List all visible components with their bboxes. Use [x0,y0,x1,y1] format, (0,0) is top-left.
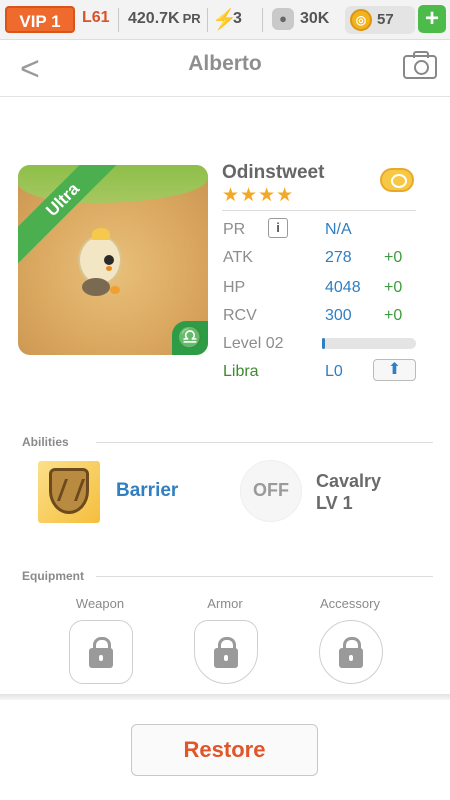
equipment-heading: Equipment [22,569,84,583]
atk-label: ATK [223,249,253,266]
player-level: L61 [82,9,110,26]
divider [118,8,119,32]
energy-count: 3 [233,10,242,27]
secondary-ability: Cavalry LV 1 [316,470,381,514]
ability-off-state: OFF [253,480,289,500]
coin-count: 57 [377,11,394,28]
primary-ability-name[interactable]: Barrier [116,480,178,502]
shield-icon [49,468,89,514]
pet-eye [104,255,114,265]
header-divider [0,96,450,97]
lock-icon [89,637,113,668]
power-value: 420.7K [128,10,180,27]
footer-divider [0,694,450,700]
hp-bonus: +0 [384,279,403,296]
star-rating: ★★★★ [222,185,295,206]
pet-foot [110,286,120,294]
lock-icon [214,637,238,668]
pr-label: PR [223,221,246,238]
info-icon[interactable]: i [268,218,288,238]
rcv-bonus: +0 [384,307,403,324]
pet-tuft [92,228,110,240]
zodiac-level: L0 [325,363,343,380]
rcv-value: 300 [325,307,352,324]
coin-icon: ◎ [350,9,372,31]
zodiac-label: Libra [223,363,259,380]
pet-name: Odinstweet [222,162,325,183]
divider [262,8,263,32]
pr-value: N/A [325,221,352,238]
secondary-ability-name: Cavalry [316,471,382,491]
pet-wing [82,278,110,296]
libra-icon: ♎ [172,321,208,355]
abilities-divider [96,442,433,443]
armor-label: Armor [207,596,243,611]
vip-badge[interactable]: VIP 1 [5,6,75,33]
paw-icon: ● [272,8,294,30]
upgrade-arrow-icon[interactable]: ⬆ [373,359,416,381]
level-progress-bar [322,338,416,349]
restore-button[interactable]: Restore [131,724,318,776]
hp-label: HP [223,279,246,296]
level-progress-fill [322,338,325,349]
add-coins-button[interactable]: + [418,5,446,33]
pet-beak [106,266,112,271]
camera-icon[interactable] [403,51,437,79]
cloud-icon[interactable] [380,168,414,192]
stats-divider [222,210,416,211]
page-title: Alberto [188,52,262,75]
rcv-label: RCV [223,307,257,324]
secondary-ability-level: LV 1 [316,493,353,513]
accessory-label: Accessory [320,596,380,611]
paw-count: 30K [300,10,330,27]
weapon-label: Weapon [75,596,125,611]
equipment-divider [96,576,433,577]
atk-bonus: +0 [384,249,403,266]
level-label: Level 02 [223,335,284,352]
lock-icon [339,637,363,668]
power-unit: PR [182,11,201,26]
divider [207,8,208,32]
hp-value: 4048 [325,279,361,296]
atk-value: 278 [325,249,352,266]
abilities-heading: Abilities [22,435,69,449]
power-rating: 420.7K PR [128,10,201,28]
